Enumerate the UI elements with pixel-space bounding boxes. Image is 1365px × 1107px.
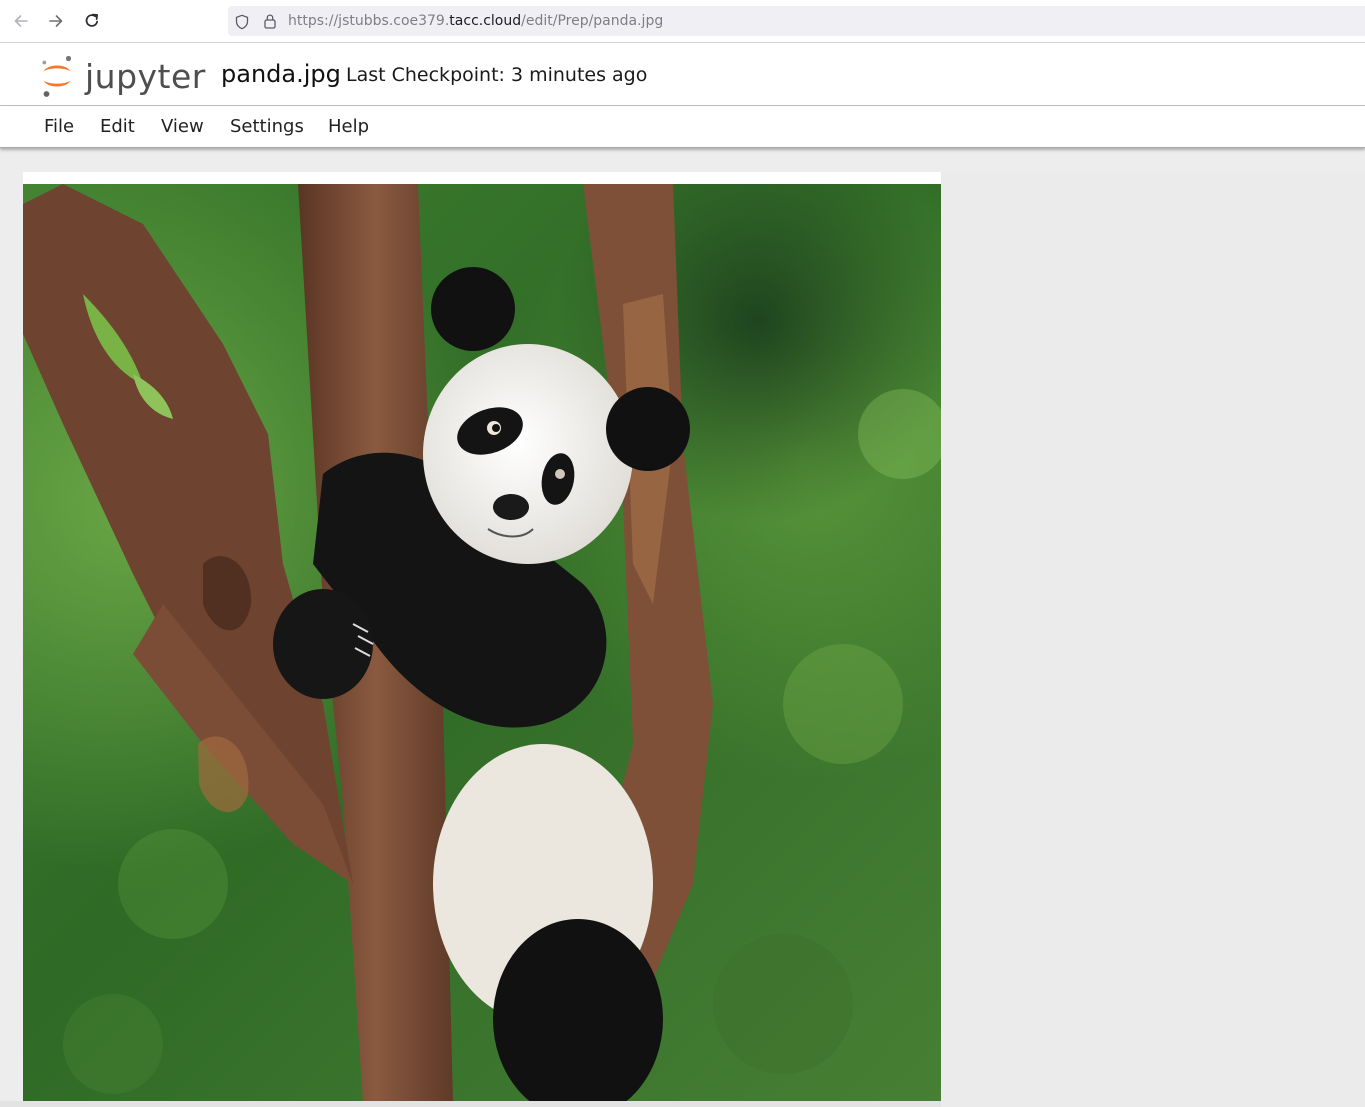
jupyter-logo-icon [42, 55, 72, 97]
lock-icon[interactable] [263, 13, 277, 29]
back-button[interactable] [8, 8, 34, 34]
url-prefix: https://jstubbs.coe379. [288, 13, 450, 29]
menu-settings[interactable]: Settings [230, 114, 304, 140]
browser-toolbar: https://jstubbs.coe379.tacc.cloud/edit/P… [0, 0, 1365, 43]
menu-bar: File Edit View Settings Help [0, 106, 1365, 148]
panda-image [23, 184, 941, 1102]
menu-help[interactable]: Help [328, 114, 369, 140]
viewer-bottom-edge [0, 1101, 941, 1107]
jupyter-header: jupyter panda.jpg Last Checkpoint: 3 min… [0, 43, 1365, 106]
jupyter-logo-text: jupyter [85, 57, 206, 96]
menu-file[interactable]: File [44, 114, 74, 140]
url-domain: tacc.cloud [449, 13, 522, 29]
menu-view[interactable]: View [161, 114, 204, 140]
menu-edit[interactable]: Edit [100, 114, 135, 140]
shield-icon[interactable] [234, 14, 250, 30]
arrow-left-icon [14, 15, 28, 27]
panda-photo-illustration [23, 184, 941, 1102]
url-bar[interactable]: https://jstubbs.coe379.tacc.cloud/edit/P… [228, 6, 1365, 36]
url-path: /edit/Prep/panda.jpg [521, 13, 664, 29]
image-viewer [23, 172, 1365, 1107]
forward-button[interactable] [43, 8, 69, 34]
viewer-empty-area [941, 172, 1365, 1107]
reload-icon [85, 13, 99, 27]
reload-button[interactable] [79, 8, 105, 34]
last-checkpoint-status: Last Checkpoint: 3 minutes ago [346, 64, 648, 86]
url-text: https://jstubbs.coe379.tacc.cloud/edit/P… [288, 13, 663, 29]
document-title[interactable]: panda.jpg [219, 57, 343, 91]
arrow-right-icon [49, 15, 63, 27]
jupyter-logo[interactable]: jupyter [40, 53, 205, 99]
